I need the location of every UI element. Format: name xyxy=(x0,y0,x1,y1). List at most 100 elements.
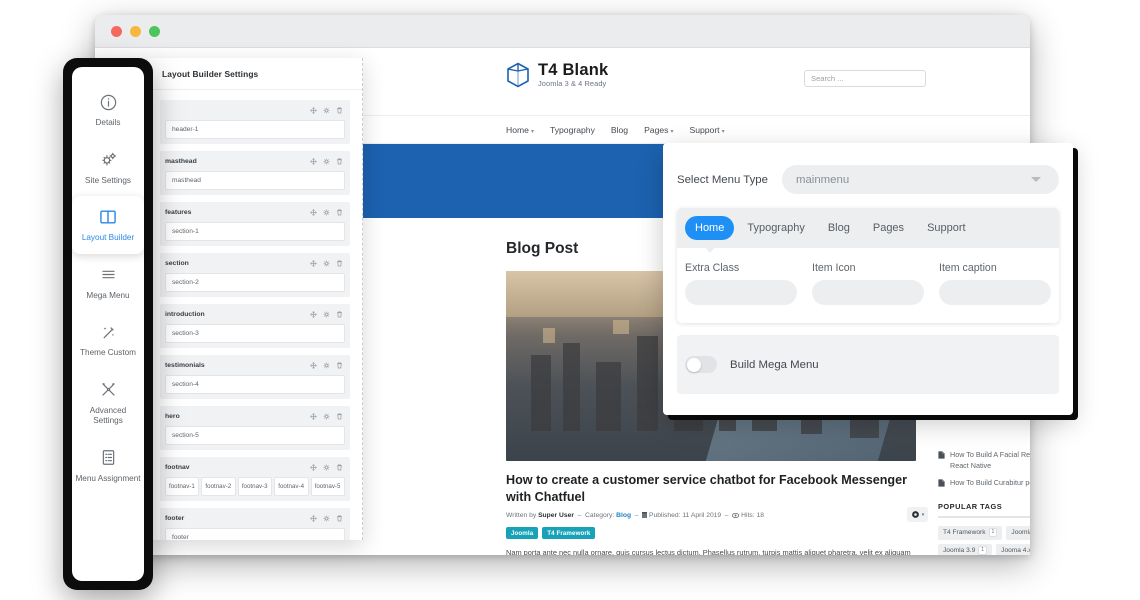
trash-icon[interactable] xyxy=(336,311,343,318)
eye-icon xyxy=(732,513,739,518)
rail-item-advanced-settings[interactable]: Advanced Settings xyxy=(72,369,144,437)
maximize-window-button[interactable] xyxy=(149,26,160,37)
layout-block[interactable]: introduction section-3 xyxy=(160,304,350,348)
layout-slot[interactable]: section-2 xyxy=(165,273,345,292)
menu-tab-blog[interactable]: Blog xyxy=(818,216,860,240)
move-icon[interactable] xyxy=(310,464,317,471)
gear-icon[interactable] xyxy=(323,464,330,471)
nav-link-label: Home xyxy=(506,125,529,135)
article-title[interactable]: How to create a customer service chatbot… xyxy=(506,472,916,505)
gear-icon[interactable] xyxy=(323,158,330,165)
trash-icon[interactable] xyxy=(336,209,343,216)
gear-icon[interactable] xyxy=(323,107,330,114)
layout-slot[interactable]: footnav-1 xyxy=(165,477,199,496)
rail-item-details[interactable]: Details xyxy=(72,81,144,139)
menu-tab-typography[interactable]: Typography xyxy=(737,216,814,240)
rail-item-site-settings[interactable]: Site Settings xyxy=(72,139,144,197)
move-icon[interactable] xyxy=(310,515,317,522)
popular-tag[interactable]: Joomla 3.91 xyxy=(938,544,992,555)
layout-slot[interactable]: section-4 xyxy=(165,375,345,394)
rail-item-theme-custom[interactable]: Theme Custom xyxy=(72,311,144,369)
gear-icon[interactable] xyxy=(323,209,330,216)
popular-tag[interactable]: Joomla2 xyxy=(1006,526,1030,540)
trash-icon[interactable] xyxy=(336,515,343,522)
layout-slot[interactable]: section-1 xyxy=(165,222,345,241)
layout-block-actions[interactable] xyxy=(310,515,345,522)
layout-slot[interactable]: section-5 xyxy=(165,426,345,445)
close-window-button[interactable] xyxy=(111,26,122,37)
layout-block-actions[interactable] xyxy=(310,311,345,318)
trash-icon[interactable] xyxy=(336,413,343,420)
trash-icon[interactable] xyxy=(336,158,343,165)
category-label: Category: xyxy=(585,512,614,519)
search-input[interactable]: Search ... xyxy=(804,70,926,87)
modal-field-input[interactable] xyxy=(939,280,1051,305)
gear-icon[interactable] xyxy=(323,260,330,267)
layout-block-actions[interactable] xyxy=(310,107,345,114)
layout-block[interactable]: footer footer xyxy=(160,508,350,540)
gear-icon[interactable] xyxy=(323,362,330,369)
gear-icon[interactable] xyxy=(323,311,330,318)
layout-slot[interactable]: footnav-2 xyxy=(201,477,235,496)
layout-block[interactable]: masthead masthead xyxy=(160,151,350,195)
move-icon[interactable] xyxy=(310,107,317,114)
trash-icon[interactable] xyxy=(336,107,343,114)
layout-block-actions[interactable] xyxy=(310,362,345,369)
modal-field-input[interactable] xyxy=(812,280,924,305)
nav-link-pages[interactable]: Pages▾ xyxy=(644,125,673,135)
move-icon[interactable] xyxy=(310,158,317,165)
move-icon[interactable] xyxy=(310,413,317,420)
related-post-item[interactable]: How To Build Curabitur porta turpis vita… xyxy=(938,478,1030,489)
layout-block-actions[interactable] xyxy=(310,209,345,216)
layout-slot[interactable]: section-3 xyxy=(165,324,345,343)
trash-icon[interactable] xyxy=(336,260,343,267)
popular-tag[interactable]: T4 Framework1 xyxy=(938,526,1002,540)
layout-block[interactable]: section section-2 xyxy=(160,253,350,297)
layout-block[interactable]: footnav footnav-1footnav-2footnav-3footn… xyxy=(160,457,350,501)
rail-item-mega-menu[interactable]: Mega Menu xyxy=(72,254,144,312)
popular-tag[interactable]: Jooma 4.x1 xyxy=(996,544,1030,555)
rail-item-menu-assignment[interactable]: Menu Assignment xyxy=(72,437,144,495)
article-category[interactable]: Blog xyxy=(616,512,631,519)
menu-tab-pages[interactable]: Pages xyxy=(863,216,914,240)
layout-slot[interactable]: masthead xyxy=(165,171,345,190)
site-brand[interactable]: T4 Blank Joomla 3 & 4 Ready xyxy=(506,62,608,88)
nav-link-home[interactable]: Home▾ xyxy=(506,125,534,135)
modal-field-input[interactable] xyxy=(685,280,797,305)
layout-block[interactable]: testimonials section-4 xyxy=(160,355,350,399)
article-badge[interactable]: Joomla xyxy=(506,527,538,539)
nav-link-typography[interactable]: Typography xyxy=(550,125,595,135)
nav-link-support[interactable]: Support▾ xyxy=(689,125,724,135)
layout-slot[interactable]: footer xyxy=(165,528,345,540)
tag-label: Jooma 4.x xyxy=(1001,547,1030,554)
menu-tab-home[interactable]: Home xyxy=(685,216,734,240)
build-mega-menu-toggle[interactable] xyxy=(685,356,717,373)
move-icon[interactable] xyxy=(310,362,317,369)
layout-slot[interactable]: footnav-5 xyxy=(311,477,345,496)
layout-block-actions[interactable] xyxy=(310,413,345,420)
layout-block-actions[interactable] xyxy=(310,464,345,471)
menu-tab-support[interactable]: Support xyxy=(917,216,976,240)
move-icon[interactable] xyxy=(310,311,317,318)
menu-type-select[interactable]: mainmenu xyxy=(782,165,1059,194)
gear-icon[interactable] xyxy=(323,515,330,522)
article-options-button[interactable]: ▾ xyxy=(907,507,928,522)
layout-block[interactable]: hero section-5 xyxy=(160,406,350,450)
article-badge[interactable]: T4 Framework xyxy=(542,527,595,539)
layout-block-actions[interactable] xyxy=(310,260,345,267)
layout-slot[interactable]: footnav-4 xyxy=(274,477,308,496)
layout-slot[interactable]: footnav-3 xyxy=(238,477,272,496)
rail-item-layout-builder[interactable]: Layout Builder xyxy=(72,196,144,254)
related-post-item[interactable]: How To Build A Facial Recognition Mobile… xyxy=(938,450,1030,471)
gear-icon[interactable] xyxy=(323,413,330,420)
layout-block[interactable]: features section-1 xyxy=(160,202,350,246)
layout-block-actions[interactable] xyxy=(310,158,345,165)
minimize-window-button[interactable] xyxy=(130,26,141,37)
layout-slot[interactable]: header-1 xyxy=(165,120,345,139)
trash-icon[interactable] xyxy=(336,362,343,369)
trash-icon[interactable] xyxy=(336,464,343,471)
move-icon[interactable] xyxy=(310,209,317,216)
move-icon[interactable] xyxy=(310,260,317,267)
layout-block[interactable]: header-1 xyxy=(160,100,350,144)
nav-link-blog[interactable]: Blog xyxy=(611,125,628,135)
